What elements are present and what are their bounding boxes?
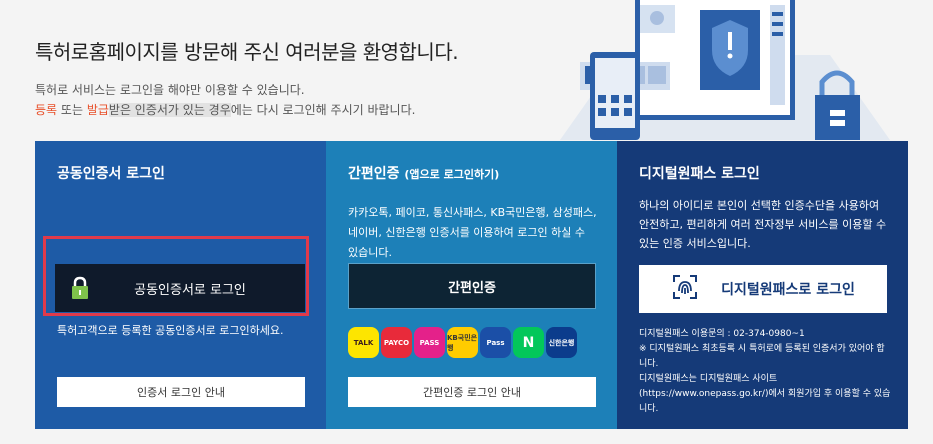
register-highlight: 등록 [35, 103, 58, 117]
cert-note: 특허고객으로 등록한 공동인증서로 로그인하세요. [57, 324, 284, 337]
simple-panel-subtitle: (앱으로 로그인하기) [404, 168, 500, 181]
or-text: 또는 [57, 103, 87, 117]
digital-onepass-button[interactable]: 디지털원패스로 로그인 [639, 265, 887, 313]
kb-bank-icon: KB국민은행 [447, 327, 478, 358]
issue-highlight: 발급 [86, 103, 109, 117]
kakaotalk-icon: TALK [348, 327, 379, 358]
simple-panel-title: 간편인증 (앱으로 로그인하기) [348, 163, 499, 183]
digital-onepass-panel: 디지털원패스 로그인 하나의 아이디로 본인이 선택한 인증수단을 사용하여 안… [617, 141, 908, 429]
digital-panel-title: 디지털원패스 로그인 [639, 166, 760, 182]
shinhan-bank-icon: 신한은행 [546, 327, 577, 358]
digital-info-notice: ※ 디지털원패스 최초등록 시 특허로에 등록된 인증서가 있어야 합니다. [639, 344, 885, 369]
rest-text: 에는 다시 로그인해 주시기 바랍니다. [230, 103, 416, 117]
login-page: 특허로홈페이지를 방문해 주신 여러분을 환영합니다. 특허로 서비스는 로그인… [0, 0, 933, 444]
simple-auth-description: 카카오톡, 페이코, 통신사패스, KB국민은행, 삼성패스, 네이버, 신한은… [348, 206, 597, 259]
naver-icon: N [513, 327, 544, 358]
cert-login-button-label: 공동인증서로 로그인 [134, 282, 246, 298]
cert-login-button[interactable]: 공동인증서로 로그인 [55, 264, 305, 312]
telecom-pass-icon: PASS [414, 327, 445, 358]
digital-description: 하나의 아이디로 본인이 선택한 인증수단을 사용하여 안전하고, 편리하게 여… [639, 199, 887, 250]
welcome-line-1: 특허로 서비스는 로그인을 해야만 이용할 수 있습니다. [35, 83, 305, 97]
cert-panel-title: 공동인증서 로그인 [57, 166, 165, 182]
digital-onepass-button-label: 디지털원패스로 로그인 [721, 282, 855, 298]
digital-info-contact: 디지털원패스 이용문의 : 02-374-0980~1 [639, 329, 805, 339]
lock-icon [55, 276, 105, 300]
cert-guide-button[interactable]: 인증서 로그인 안내 [57, 377, 305, 407]
received-text: 받은 인증서가 있는 경우 [108, 103, 231, 117]
welcome-title: 특허로홈페이지를 방문해 주신 여러분을 환영합니다. [35, 40, 459, 64]
welcome-line-2: 등록 또는 발급받은 인증서가 있는 경우에는 다시 로그인해 주시기 바랍니다… [35, 101, 415, 118]
security-illustration [560, 0, 890, 140]
payco-icon: PAYCO [381, 327, 412, 358]
digital-info-signup: 디지털원패스는 디지털원패스 사이트 (https://www.onepass.… [639, 374, 891, 414]
simple-auth-button[interactable]: 간편인증 [348, 263, 596, 309]
simple-panel-title-text: 간편인증 [348, 166, 400, 182]
simple-auth-panel: 간편인증 (앱으로 로그인하기) 카카오톡, 페이코, 통신사패스, KB국민은… [326, 141, 617, 429]
simple-guide-button[interactable]: 간편인증 로그인 안내 [348, 377, 596, 407]
samsung-pass-icon: Pass [480, 327, 511, 358]
fingerprint-icon [671, 273, 699, 305]
auth-app-icons: TALK PAYCO PASS KB국민은행 Pass N 신한은행 [348, 327, 577, 358]
login-panels: 공동인증서 로그인 공동인증서로 로그인 특허고객으로 등록한 공동인증서로 로… [35, 141, 908, 429]
cert-login-panel: 공동인증서 로그인 공동인증서로 로그인 특허고객으로 등록한 공동인증서로 로… [35, 141, 326, 429]
digital-info: 디지털원패스 이용문의 : 02-374-0980~1 ※ 디지털원패스 최초등… [639, 327, 891, 417]
